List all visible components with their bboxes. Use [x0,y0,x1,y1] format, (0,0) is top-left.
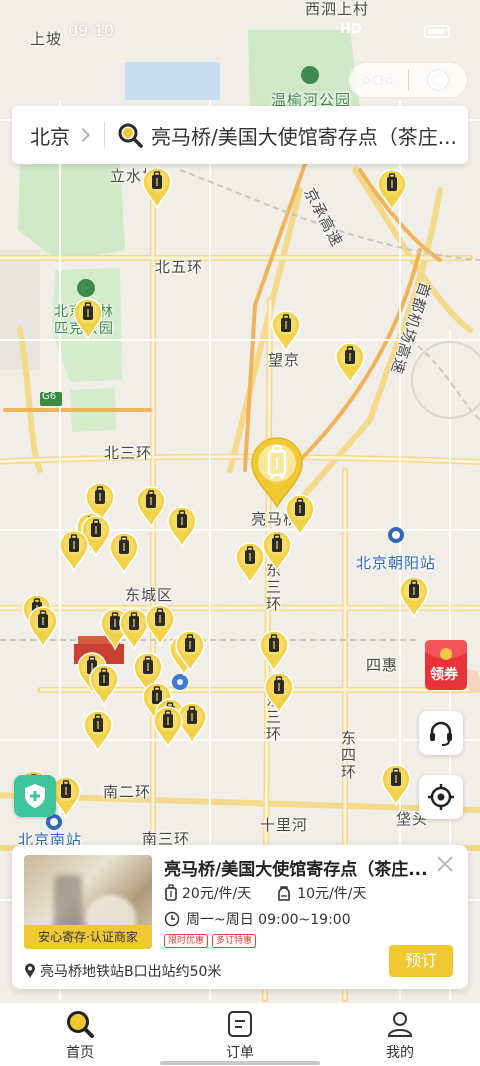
search-divider [104,122,105,148]
opening-hours-text: 周一~周日 09:00~19:00 [186,912,351,928]
shield-plus-icon [25,784,45,808]
store-title: 亮马桥/美国大使馆寄存点（茶庄... [164,860,426,880]
status-time: 09:10 [68,21,115,40]
locker-pin[interactable] [263,672,295,714]
locker-pin[interactable] [152,706,184,748]
headset-icon [430,721,452,746]
locker-pin[interactable] [174,630,206,672]
battery-icon [424,25,450,38]
miniprogram-capsule [348,62,468,98]
locker-pin[interactable] [334,342,366,384]
bottom-nav: 首页 订单 我的 [0,1002,480,1066]
chevron-right-icon [75,127,91,143]
store-card[interactable]: 安心寄存·认证商家 亮马桥/美国大使馆寄存点（茶庄... 20元/件/天 10元… [12,845,468,989]
nav-mine-label: 我的 [386,1045,414,1061]
map-label-north-3rd-ring: 北三环 [104,444,153,462]
suitcase-price: 20元/件/天 [164,883,251,903]
status-network: HD [340,22,362,37]
map-label-g6-badge: G6 [42,391,57,402]
selected-locker-pin[interactable] [250,437,304,509]
home-indicator [160,1061,320,1065]
locker-pin[interactable] [27,606,59,648]
search-home-icon [67,1011,94,1038]
locate-me-button[interactable] [419,775,463,819]
book-button[interactable]: 预订 [389,945,453,977]
promo-tag-multi: 多订特惠 [212,934,257,948]
suitcase-icon [165,884,177,901]
nav-mine[interactable]: 我的 [320,1003,480,1066]
status-bar: 09:10 HD [0,18,480,46]
locker-pin[interactable] [88,664,120,706]
bag-price-value: 10元/件/天 [297,886,367,902]
locker-pin[interactable] [141,167,173,209]
locker-pin[interactable] [82,710,114,752]
map-label-east-4th-ring: 东四环 [339,730,357,781]
promo-tag-limited: 限时优惠 [164,934,209,948]
locker-pin[interactable] [135,486,167,528]
bag-price: 10元/件/天 [275,883,367,903]
locker-pin[interactable] [270,310,302,352]
nav-home-label: 首页 [66,1045,94,1061]
clock-icon [164,911,180,927]
locker-pin[interactable] [58,530,90,572]
locker-pin[interactable] [376,169,408,211]
insurance-button[interactable] [14,775,56,817]
search-input[interactable]: 亮马桥/美国大使馆寄存点（茶庄... [151,121,456,150]
store-address-text: 亮马桥地铁站B口出站约50米 [40,964,222,980]
coupon-label: 领券 [430,667,458,683]
search-icon [118,123,143,148]
locker-pin[interactable] [72,298,104,340]
locker-pin[interactable] [166,506,198,548]
search-bar[interactable]: 北京 亮马桥/美国大使馆寄存点（茶庄... [12,106,468,164]
map-label-xisi: 西泗上村 [305,0,370,18]
certified-badge: 安心寄存·认证商家 [24,925,152,949]
map-label-shilihe: 十里河 [260,816,309,834]
location-pin-icon [25,963,35,978]
locker-pin[interactable] [258,630,290,672]
order-list-icon [228,1011,252,1037]
city-selector[interactable]: 北京 [30,121,70,150]
price-row: 20元/件/天 10元/件/天 [164,883,391,903]
crosshair-icon [428,784,454,810]
close-miniprogram-button[interactable] [409,63,468,97]
close-icon[interactable] [434,853,456,875]
locker-pin[interactable] [108,532,140,574]
nav-home[interactable]: 首页 [0,1003,160,1066]
close-target-icon [427,70,448,90]
locker-pin[interactable] [380,764,412,806]
map-label-dongcheng: 东城区 [125,586,174,604]
more-button[interactable] [349,63,408,97]
map-label-wangjing: 望京 [268,351,301,369]
customer-service-button[interactable] [419,711,463,755]
promo-tags: 限时优惠 多订特惠 [164,934,257,948]
opening-hours: 周一~周日 09:00~19:00 [164,909,351,929]
more-dots-icon [364,76,393,84]
locker-pin[interactable] [398,576,430,618]
locker-pin[interactable] [261,530,293,572]
coupon-button[interactable]: 领券 [421,636,480,692]
suitcase-price-value: 20元/件/天 [182,886,252,902]
map-label-south-2nd-ring: 南二环 [103,783,152,801]
backpack-icon [278,886,291,901]
map-label-sihui: 四惠 [366,656,399,674]
nav-orders-label: 订单 [226,1045,254,1061]
map-label-chaoyang-station: 北京朝阳站 [356,554,437,572]
map-label-north-5th-ring: 北五环 [155,258,204,276]
user-profile-icon [387,1012,413,1037]
store-address: 亮马桥地铁站B口出站约50米 [24,961,221,981]
nav-orders[interactable]: 订单 [160,1003,320,1066]
